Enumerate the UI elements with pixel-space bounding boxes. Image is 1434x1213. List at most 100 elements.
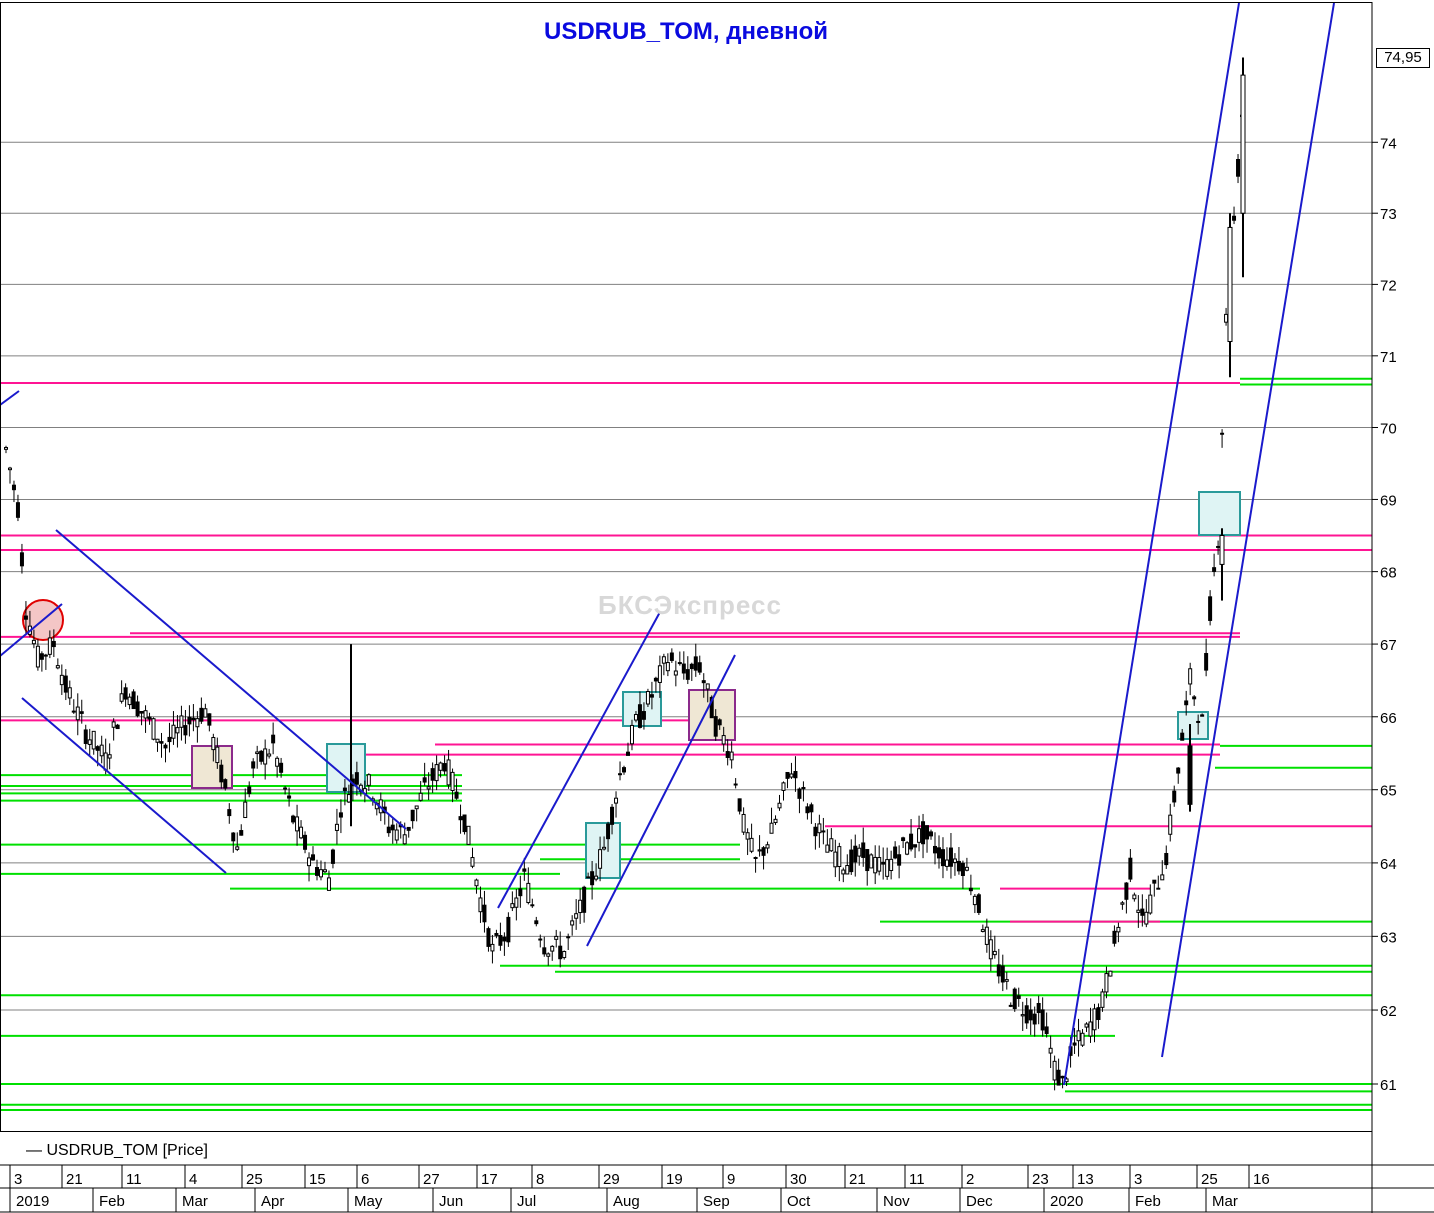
x-day-label: 13 (1077, 1171, 1094, 1188)
candle-body (765, 844, 770, 849)
candle-body (936, 847, 941, 859)
candle-body (219, 764, 224, 783)
candle-body (4, 447, 8, 450)
candle-body (869, 854, 874, 869)
candle-body (430, 768, 435, 781)
candle-body (1156, 887, 1161, 890)
candle-body (673, 670, 678, 676)
candle-body (243, 801, 248, 819)
candle-body (1004, 979, 1009, 982)
candle-body (195, 718, 200, 728)
y-tick-label: 63 (1380, 929, 1397, 946)
candle-body (940, 849, 945, 867)
candle-body (737, 798, 742, 812)
candle-body (825, 844, 830, 853)
candle-body (478, 897, 483, 913)
candle-body (390, 824, 395, 831)
candle-body (322, 869, 327, 873)
candle-body (534, 920, 539, 925)
candle-body (103, 752, 108, 771)
candle-body (187, 716, 192, 725)
x-month-label: Feb (1135, 1193, 1161, 1210)
candle-body (761, 847, 766, 856)
candle-body (606, 823, 611, 840)
candle-body (813, 826, 818, 837)
candle-body (139, 710, 144, 714)
x-day-label: 17 (481, 1171, 498, 1188)
candle-body (1184, 700, 1189, 706)
x-day-label: 3 (1134, 1171, 1142, 1188)
candle-body (562, 951, 567, 959)
candle-body (111, 721, 116, 728)
candle-body (905, 842, 910, 855)
x-month-label: 2019 (16, 1193, 49, 1210)
candle-body (777, 802, 782, 809)
candle-body (466, 825, 471, 845)
candle-body (1092, 1008, 1097, 1031)
candle-body (665, 662, 670, 672)
candle-body (948, 847, 953, 867)
x-month-label: 2020 (1050, 1193, 1083, 1210)
y-tick-label: 61 (1380, 1077, 1397, 1094)
candle-body (789, 773, 794, 778)
candle-body (645, 690, 650, 705)
chart-title: USDRUB_TOM, дневной (544, 18, 828, 45)
candle-body (554, 935, 559, 940)
candle-body (1136, 909, 1141, 913)
candle-body (893, 846, 898, 859)
candle-body (394, 829, 399, 841)
candle-body (558, 945, 563, 960)
candle-body (366, 774, 371, 786)
candle-body (151, 718, 156, 740)
pattern-box (585, 822, 621, 879)
candle-body (39, 653, 44, 660)
candle-body (47, 637, 52, 655)
candle-body (1188, 668, 1193, 685)
candle-body (1148, 894, 1153, 914)
candle-body (785, 771, 790, 779)
candle-body (330, 849, 335, 864)
candle-body (291, 815, 296, 823)
candle-body (422, 777, 427, 783)
candle-body (753, 857, 758, 860)
candle-body (1096, 1007, 1101, 1020)
candle-body (929, 831, 934, 837)
candle-body (99, 744, 104, 757)
candle-body (87, 739, 92, 745)
y-tick-label: 69 (1380, 492, 1397, 509)
candle-body (705, 683, 710, 690)
candle-body (55, 665, 60, 669)
candle-body (1240, 74, 1246, 214)
candle-body (450, 771, 455, 791)
candle-body (303, 834, 308, 850)
x-month-label: Sep (703, 1193, 730, 1210)
candle-body (857, 847, 862, 857)
candle-body (1024, 1005, 1029, 1024)
candle-body (271, 734, 276, 744)
candle-body (159, 741, 164, 744)
candle-body (781, 782, 786, 791)
candle-body (677, 662, 682, 665)
trend-line (1161, 2, 1335, 1058)
candle-body (446, 759, 451, 786)
candle-body (1044, 1026, 1049, 1034)
candle-body (458, 816, 463, 821)
candle-body (474, 879, 479, 887)
candle-body (598, 849, 603, 869)
y-tick-label: 71 (1380, 349, 1397, 366)
candle-body (729, 751, 734, 761)
pattern-box (622, 691, 662, 727)
candle-body (909, 833, 914, 850)
x-day-label: 9 (727, 1171, 735, 1188)
candle-body (689, 663, 694, 670)
candle-body (1208, 596, 1213, 621)
candle-body (546, 953, 551, 957)
candle-body (637, 704, 642, 728)
x-day-label: 11 (909, 1171, 925, 1188)
candle-body (614, 797, 619, 804)
candle-body (247, 786, 252, 795)
candle-body (287, 795, 292, 799)
candle-body (1040, 1009, 1045, 1031)
candle-body (231, 832, 236, 842)
candle-body (119, 693, 124, 702)
